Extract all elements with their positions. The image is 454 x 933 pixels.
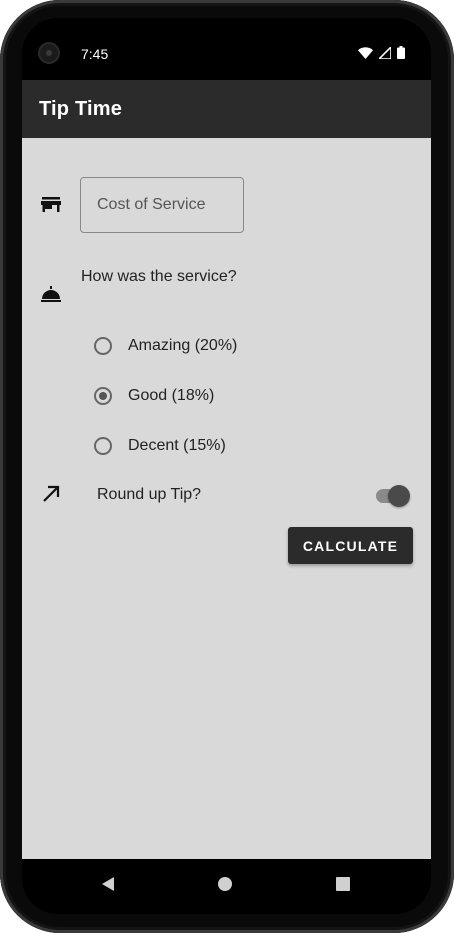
radio-button-selected[interactable] <box>94 387 112 405</box>
tip-option-label: Good (18%) <box>128 387 215 404</box>
radio-button[interactable] <box>94 337 112 355</box>
back-icon[interactable] <box>100 876 116 892</box>
round-up-tip-label: Round up Tip? <box>97 486 202 503</box>
tip-option-label: Amazing (20%) <box>128 337 238 354</box>
switch-thumb <box>388 485 410 507</box>
home-icon[interactable] <box>218 877 232 891</box>
phone-frame: 7:45 Tip Time Cost of Service How was th… <box>0 0 454 933</box>
tip-option-amazing[interactable]: Amazing (20%) <box>94 334 237 358</box>
main-content: How was the service? Amazing (20%) Good … <box>22 138 431 859</box>
status-time: 7:45 <box>81 46 109 62</box>
tip-option-decent[interactable]: Decent (15%) <box>94 434 226 458</box>
arrow-up-right-icon <box>43 485 60 502</box>
cost-of-service-field[interactable] <box>80 177 244 233</box>
round-up-tip-switch[interactable] <box>376 485 410 507</box>
wifi-icon <box>358 46 373 59</box>
tip-option-label: Decent (15%) <box>128 437 226 454</box>
recents-icon[interactable] <box>336 877 350 891</box>
device-screen: 7:45 Tip Time Cost of Service How was th… <box>22 18 431 914</box>
radio-button[interactable] <box>94 437 112 455</box>
cellular-signal-icon <box>379 46 391 59</box>
status-icons <box>358 46 405 59</box>
tip-option-good[interactable]: Good (18%) <box>94 384 214 408</box>
app-title: Tip Time <box>39 98 123 120</box>
navigation-bar <box>22 859 431 914</box>
status-bar: 7:45 <box>22 18 431 80</box>
calculate-button[interactable]: CALCULATE <box>288 527 413 564</box>
storefront-icon <box>41 197 61 212</box>
app-bar: Tip Time <box>22 80 431 138</box>
room-service-bell-icon <box>41 286 61 302</box>
service-question-label: How was the service? <box>81 268 237 285</box>
front-camera <box>40 44 58 62</box>
cost-of-service-input[interactable] <box>97 196 237 214</box>
battery-icon <box>397 46 405 59</box>
